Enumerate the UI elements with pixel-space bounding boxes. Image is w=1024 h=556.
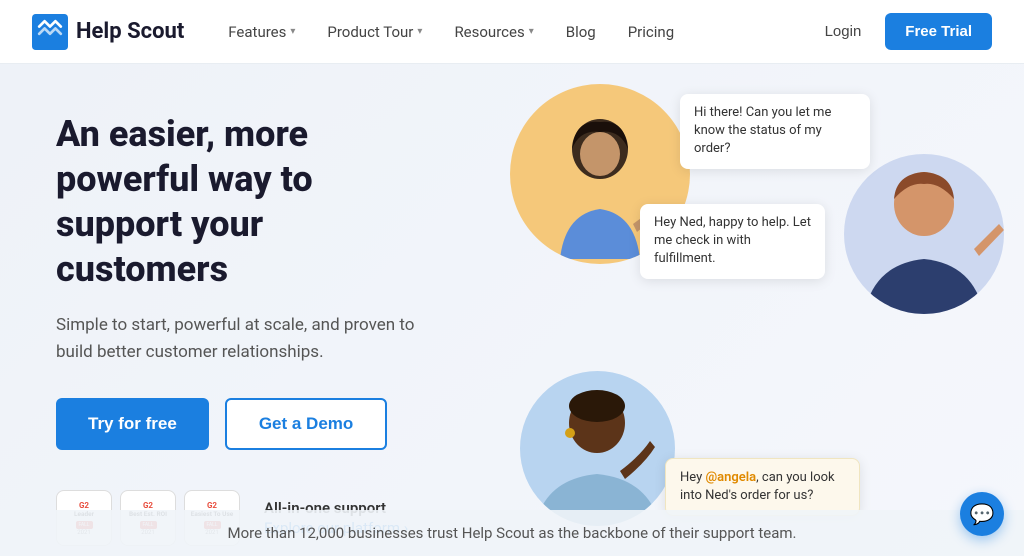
chat-bubble-2: Hey Ned, happy to help. Let me check in …: [640, 204, 825, 279]
person3-svg: [520, 371, 675, 526]
nav-right: Login Free Trial: [813, 13, 992, 50]
login-button[interactable]: Login: [813, 15, 874, 48]
get-demo-button[interactable]: Get a Demo: [225, 398, 387, 450]
nav-resources[interactable]: Resources ▾: [442, 15, 545, 49]
logo-icon: [32, 14, 68, 50]
nav-product-tour[interactable]: Product Tour ▾: [315, 15, 434, 49]
person2-svg: [844, 154, 1004, 314]
chat-button[interactable]: 💬: [960, 492, 1004, 536]
chat-bubble-3: Hey @angela, can you look into Ned's ord…: [665, 458, 860, 516]
chevron-down-icon: ▾: [290, 26, 295, 37]
hero-right: Hi there! Can you let me know the status…: [480, 64, 1024, 556]
main-content: An easier, more powerful way to support …: [0, 64, 1024, 556]
chevron-down-icon: ▾: [529, 26, 534, 37]
chevron-down-icon: ▾: [417, 26, 422, 37]
mention-text: @angela: [705, 470, 756, 485]
chat-icon: 💬: [970, 502, 995, 526]
nav-pricing[interactable]: Pricing: [616, 15, 686, 49]
hero-buttons: Try for free Get a Demo: [56, 398, 440, 450]
person3-illustration: [520, 371, 675, 526]
nav-blog[interactable]: Blog: [554, 15, 608, 49]
chat-bubble-1: Hi there! Can you let me know the status…: [680, 94, 870, 169]
hero-subtitle: Simple to start, powerful at scale, and …: [56, 312, 426, 366]
bottom-bar: More than 12,000 businesses trust Help S…: [0, 510, 1024, 556]
logo-text: Help Scout: [76, 19, 184, 44]
nav-links: Features ▾ Product Tour ▾ Resources ▾ Bl…: [216, 15, 812, 49]
hero-left: An easier, more powerful way to support …: [0, 64, 480, 556]
navigation: Help Scout Features ▾ Product Tour ▾ Res…: [0, 0, 1024, 64]
free-trial-button[interactable]: Free Trial: [885, 13, 992, 50]
nav-features[interactable]: Features ▾: [216, 15, 307, 49]
person2-illustration: [844, 154, 1004, 314]
logo[interactable]: Help Scout: [32, 14, 184, 50]
hero-title: An easier, more powerful way to support …: [56, 112, 440, 292]
try-free-button[interactable]: Try for free: [56, 398, 209, 450]
